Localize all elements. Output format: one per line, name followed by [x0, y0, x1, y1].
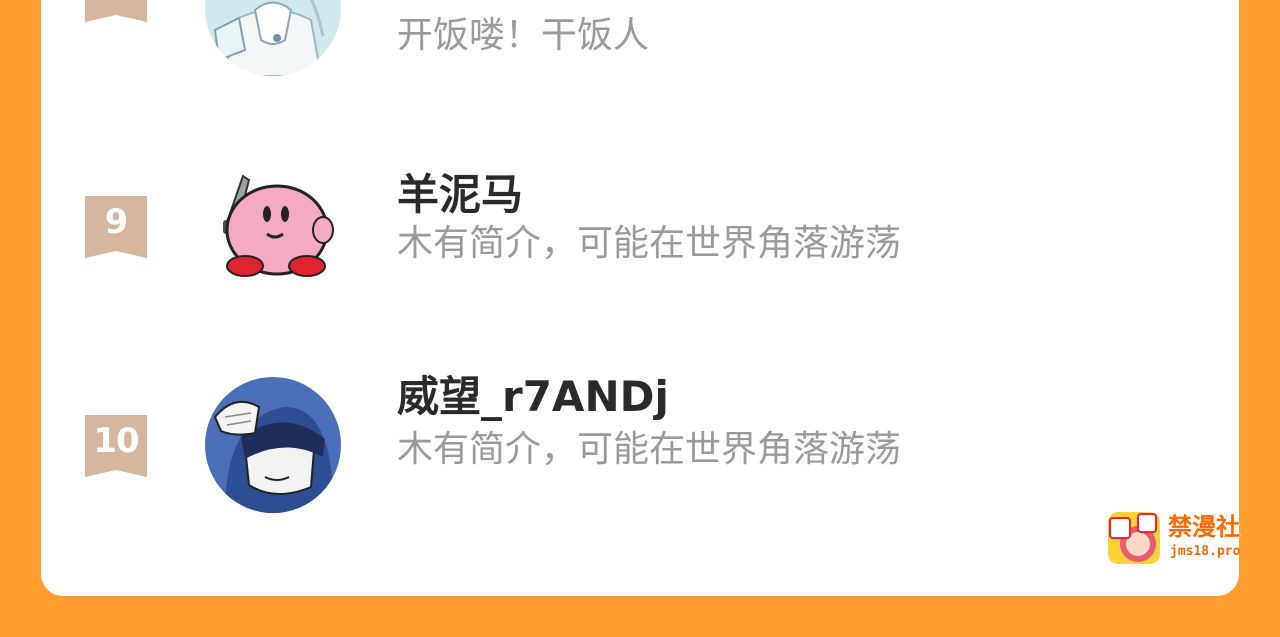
user-name: 羊泥马 [397, 170, 524, 219]
rank-number: 10 [93, 421, 139, 461]
list-item[interactable]: 9 羊泥马 木有简介，可能在世界角落游荡 [41, 160, 1239, 305]
avatar[interactable] [205, 0, 341, 76]
user-name: 威望_r7ANDj [397, 372, 669, 421]
watermark-title: 禁漫社 [1168, 513, 1240, 541]
rank-number: 9 [104, 202, 129, 242]
list-item[interactable]: 8 开饭喽！干饭人 [41, 0, 1239, 100]
app-logo-icon [1108, 512, 1160, 564]
rank-number: 8 [85, 0, 147, 6]
user-bio: 开饭喽！干饭人 [397, 15, 650, 56]
rank-badge: 10 [85, 415, 147, 477]
rank-badge: 8 [85, 0, 147, 22]
rank-badge: 9 [85, 196, 147, 258]
avatar[interactable] [205, 377, 341, 513]
list-item[interactable]: 10 威望_r7ANDj 木有简介，可能在世界角落游荡 [41, 372, 1239, 523]
watermark: 禁漫社 jms18.pro [1108, 512, 1258, 568]
avatar[interactable] [205, 160, 341, 296]
ranking-card: 8 开饭喽！干饭人 9 [41, 0, 1239, 596]
watermark-url: jms18.pro [1170, 544, 1241, 559]
user-bio: 木有简介，可能在世界角落游荡 [397, 223, 902, 264]
user-bio: 木有简介，可能在世界角落游荡 [397, 429, 902, 470]
